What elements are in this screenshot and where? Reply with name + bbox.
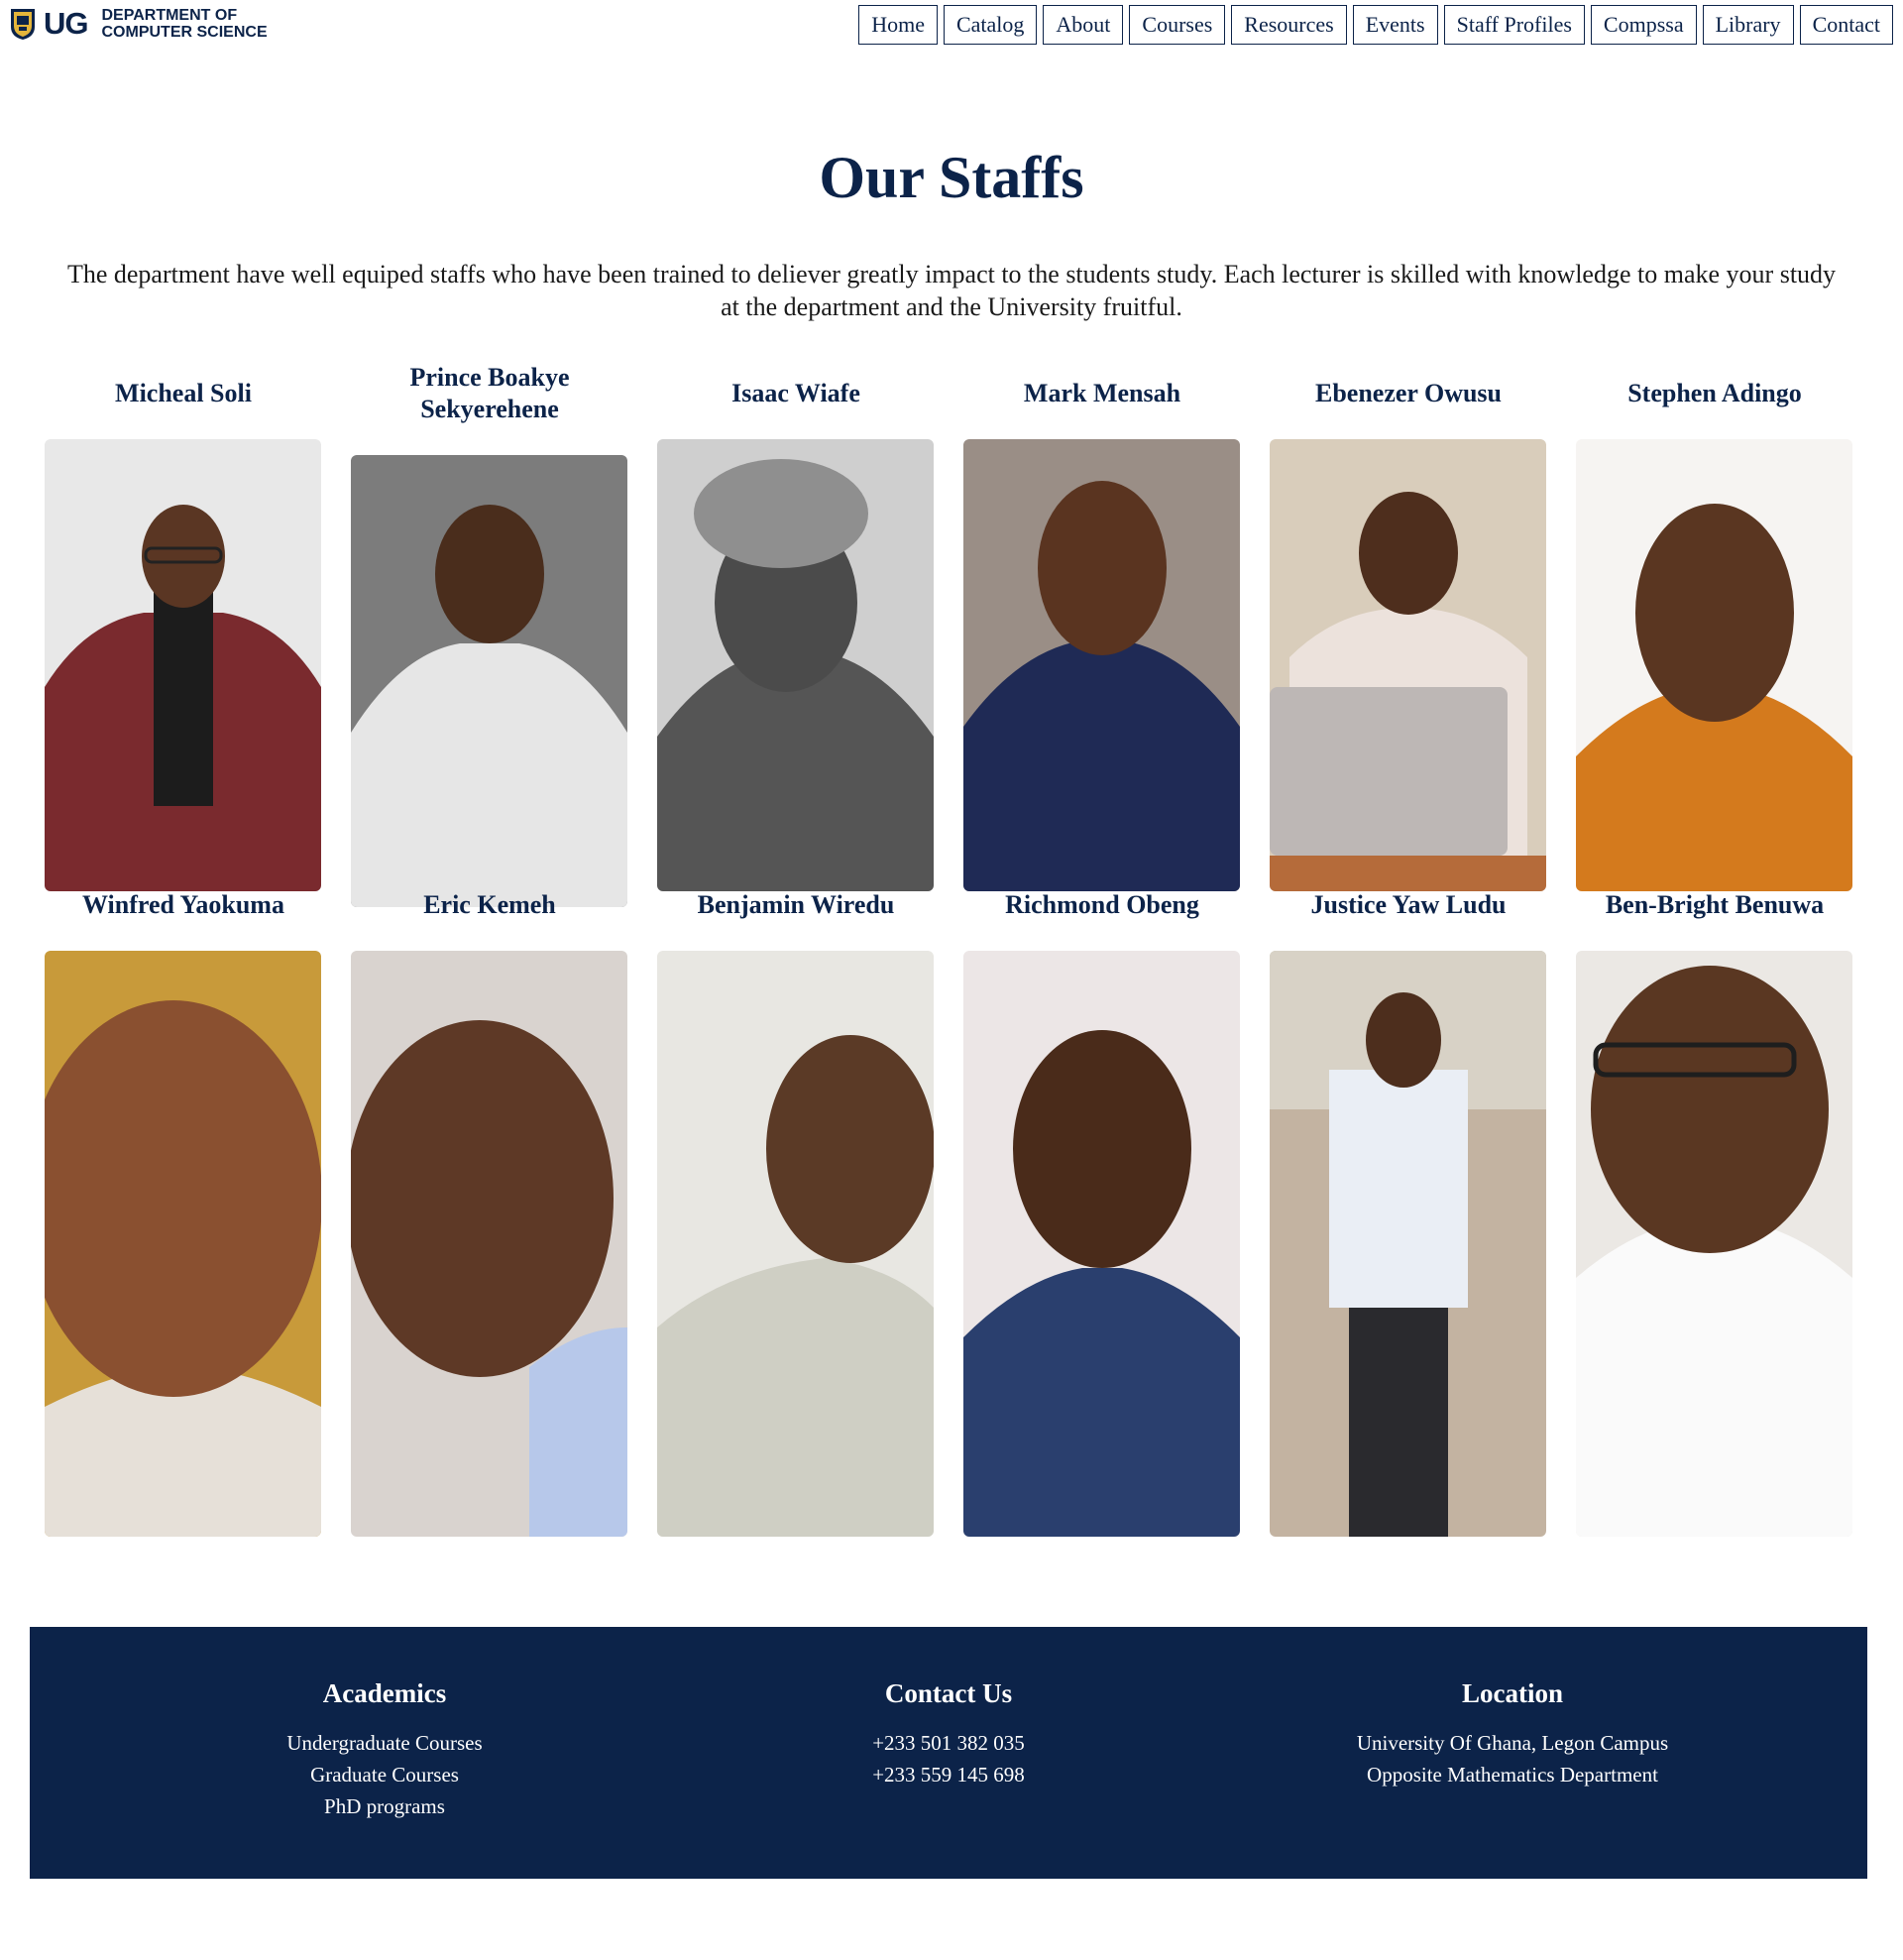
- logo-ug-text: UG: [44, 6, 88, 41]
- footer-academics-heading: Academics: [322, 1678, 447, 1708]
- nav-library[interactable]: Library: [1702, 5, 1794, 45]
- nav-resources[interactable]: Resources: [1231, 5, 1347, 45]
- footer-contact-heading: Contact Us: [884, 1678, 1013, 1708]
- university-crest-icon: [11, 9, 35, 40]
- staff-photo: [1576, 439, 1852, 891]
- footer-link-graduate[interactable]: Graduate Courses: [107, 1759, 662, 1790]
- nav-contact[interactable]: Contact: [1799, 5, 1893, 45]
- nav-courses[interactable]: Courses: [1129, 5, 1226, 45]
- nav-about[interactable]: About: [1043, 5, 1124, 45]
- site-logo[interactable]: UG DEPARTMENT OF COMPUTER SCIENCE: [10, 4, 268, 44]
- site-footer: Academics Undergraduate Courses Graduate…: [30, 1627, 1867, 1879]
- staff-name: Ebenezer Owusu: [1314, 379, 1503, 407]
- logo-department-text: DEPARTMENT OF COMPUTER SCIENCE: [102, 7, 268, 41]
- footer-link-undergraduate[interactable]: Undergraduate Courses: [107, 1727, 662, 1759]
- footer-link-phd[interactable]: PhD programs: [107, 1790, 662, 1822]
- staff-name: Isaac Wiafe: [731, 379, 860, 407]
- staff-photo: [351, 951, 627, 1537]
- main-nav: Home Catalog About Courses Resources Eve…: [858, 5, 1893, 45]
- site-header: UG DEPARTMENT OF COMPUTER SCIENCE Home C…: [0, 0, 1903, 59]
- logo-dept-line1: DEPARTMENT OF: [101, 7, 238, 24]
- staff-photo: [351, 455, 627, 907]
- staff-photo: [1270, 439, 1546, 891]
- staff-name: Justice Yaw Ludu: [1310, 890, 1507, 919]
- staff-name: Eric Kemeh: [423, 890, 556, 919]
- nav-events[interactable]: Events: [1352, 5, 1438, 45]
- footer-contact: Contact Us +233 501 382 035 +233 559 145…: [671, 1678, 1226, 1790]
- staff-photo: [657, 951, 934, 1537]
- staff-photo: [45, 951, 321, 1537]
- staff-name: Richmond Obeng: [1005, 890, 1199, 919]
- staff-photo: [45, 439, 321, 891]
- logo-dept-line2: COMPUTER SCIENCE: [101, 24, 268, 41]
- footer-phone: +233 559 145 698: [872, 1763, 1025, 1787]
- staff-name: Mark Mensah: [1023, 379, 1181, 407]
- staff-name: Benjamin Wiredu: [697, 890, 895, 919]
- staff-name: Micheal Soli: [115, 379, 252, 407]
- nav-staff-profiles[interactable]: Staff Profiles: [1443, 5, 1585, 45]
- footer-location: Location University Of Ghana, Legon Camp…: [1235, 1678, 1790, 1790]
- footer-academics: Academics Undergraduate Courses Graduate…: [107, 1678, 662, 1822]
- footer-address-line: Opposite Mathematics Department: [1367, 1763, 1658, 1787]
- staff-photo: [657, 439, 934, 891]
- staff-name: Prince Boakye Sekyerehene: [409, 363, 570, 423]
- staff-photo: [1270, 951, 1546, 1537]
- nav-catalog[interactable]: Catalog: [943, 5, 1038, 45]
- page-title: Our Staffs: [819, 145, 1084, 210]
- footer-phone: +233 501 382 035: [872, 1731, 1025, 1755]
- footer-location-heading: Location: [1461, 1678, 1563, 1708]
- nav-compssa[interactable]: Compssa: [1590, 5, 1697, 45]
- staff-name: Ben-Bright Benuwa: [1605, 890, 1825, 919]
- nav-home[interactable]: Home: [858, 5, 938, 45]
- footer-address-line: University Of Ghana, Legon Campus: [1356, 1731, 1669, 1755]
- staff-name: Winfred Yaokuma: [82, 890, 284, 919]
- staff-photo: [963, 439, 1240, 891]
- staff-photo: [1576, 951, 1852, 1537]
- staff-photo: [963, 951, 1240, 1537]
- intro-text: The department have well equiped staffs …: [66, 260, 1837, 321]
- staff-name: Stephen Adingo: [1627, 379, 1802, 407]
